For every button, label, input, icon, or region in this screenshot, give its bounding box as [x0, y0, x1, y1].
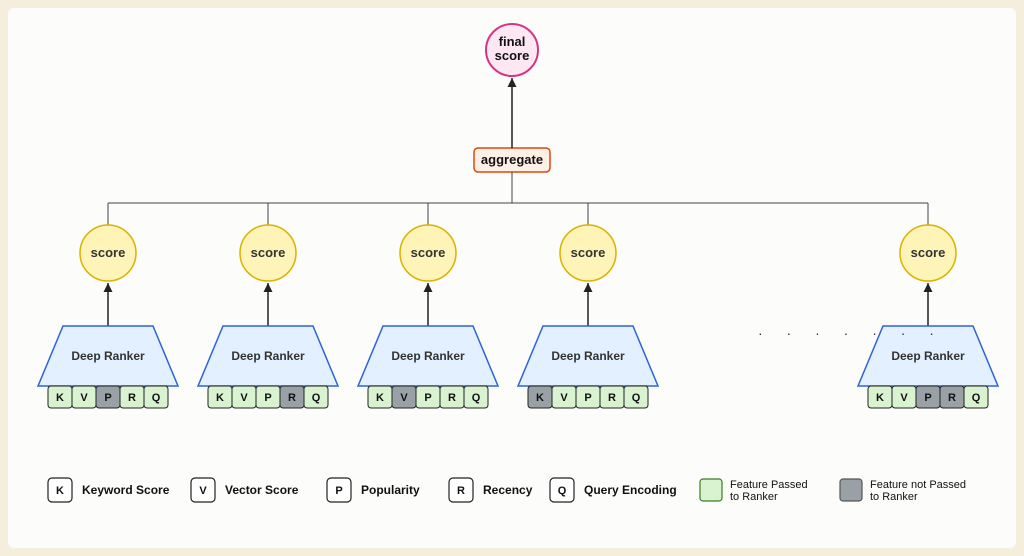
feature-letter: R: [948, 392, 956, 404]
aggregate-label: aggregate: [481, 152, 543, 167]
score-label: score: [251, 245, 286, 260]
legend-key-letter: P: [335, 485, 342, 497]
ranker-column: score Deep Ranker K V P R Q: [198, 225, 338, 408]
feature-letter: R: [288, 392, 296, 404]
legend-key-letter: Q: [558, 485, 567, 497]
feature-letter: V: [80, 392, 88, 404]
feature-letter: K: [876, 392, 884, 404]
legend-notpassed-1: Feature not Passed: [870, 479, 966, 491]
feature-letter: R: [608, 392, 616, 404]
final-label-2: score: [495, 48, 530, 63]
legend-key-label: Vector Score: [225, 483, 299, 497]
ranker-column: score Deep Ranker K V P R Q: [38, 225, 178, 408]
feature-letter: Q: [472, 392, 481, 404]
diagram-panel: final score aggregate score Deep Ranker K V…: [8, 8, 1016, 548]
feature-letter: P: [424, 392, 431, 404]
score-label: score: [411, 245, 446, 260]
deep-ranker-label: Deep Ranker: [551, 349, 625, 363]
diagram-svg: final score aggregate score Deep Ranker K V…: [8, 8, 1016, 548]
ranker-column: score Deep Ranker K V P R Q: [518, 225, 658, 408]
legend-swatch-notpassed: [840, 479, 862, 501]
score-label: score: [571, 245, 606, 260]
ranker-column: score Deep Ranker K V P R Q: [858, 225, 998, 408]
feature-letter: K: [56, 392, 64, 404]
deep-ranker-label: Deep Ranker: [71, 349, 145, 363]
aggregate-bus-lines: [108, 172, 928, 225]
final-score-node: final score: [486, 24, 538, 76]
legend-key-letter: V: [199, 485, 207, 497]
legend-passed-2: to Ranker: [730, 491, 778, 503]
legend-swatch-passed: [700, 479, 722, 501]
score-label: score: [911, 245, 946, 260]
ellipsis-dots: · · · · · · ·: [758, 325, 944, 341]
deep-ranker-label: Deep Ranker: [231, 349, 305, 363]
feature-letter: V: [400, 392, 408, 404]
ranker-columns: score Deep Ranker K V P R Qscore Deep Ranker K V P…: [38, 225, 998, 408]
legend-key-label: Popularity: [361, 483, 420, 497]
feature-letter: Q: [312, 392, 321, 404]
feature-letter: P: [104, 392, 111, 404]
feature-letter: P: [264, 392, 271, 404]
legend: K Keyword Score V Vector Score P Popularity R R…: [48, 478, 966, 503]
final-label-1: final: [499, 34, 526, 49]
legend-passed-1: Feature Passed: [730, 479, 808, 491]
feature-letter: P: [924, 392, 931, 404]
feature-letter: K: [536, 392, 544, 404]
deep-ranker-label: Deep Ranker: [891, 349, 965, 363]
feature-letter: K: [216, 392, 224, 404]
feature-letter: V: [240, 392, 248, 404]
deep-ranker-label: Deep Ranker: [391, 349, 465, 363]
legend-key-letter: R: [457, 485, 465, 497]
feature-letter: R: [448, 392, 456, 404]
aggregate-node: aggregate: [474, 148, 550, 172]
legend-notpassed-2: to Ranker: [870, 491, 918, 503]
legend-key-label: Recency: [483, 483, 533, 497]
legend-key-label: Keyword Score: [82, 483, 170, 497]
ranker-column: score Deep Ranker K V P R Q: [358, 225, 498, 408]
legend-key-letter: K: [56, 485, 64, 497]
legend-key-label: Query Encoding: [584, 483, 677, 497]
feature-letter: K: [376, 392, 384, 404]
feature-letter: Q: [972, 392, 981, 404]
feature-letter: V: [900, 392, 908, 404]
feature-letter: V: [560, 392, 568, 404]
outer-frame: final score aggregate score Deep Ranker K V…: [0, 0, 1024, 556]
score-label: score: [91, 245, 126, 260]
feature-letter: Q: [632, 392, 641, 404]
feature-letter: P: [584, 392, 591, 404]
feature-letter: R: [128, 392, 136, 404]
feature-letter: Q: [152, 392, 161, 404]
